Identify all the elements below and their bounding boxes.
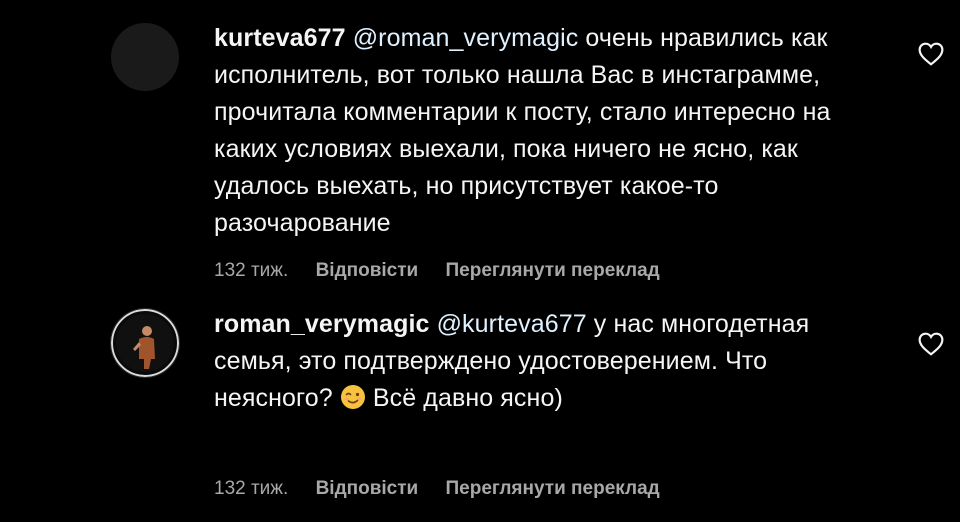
reply-button[interactable]: Відповісти [316, 478, 419, 499]
see-translation-button[interactable]: Переглянути переклад [446, 260, 660, 281]
comment-text: kurteva677 @roman_verymagic очень нравил… [214, 20, 886, 242]
heart-icon[interactable] [918, 42, 944, 66]
winking-face-emoji-icon [340, 385, 365, 409]
comment-text: roman_verymagic @kurteva677 у нас многод… [214, 306, 886, 417]
comment-meta: 132 тиж. Відповісти Переглянути переклад [214, 478, 682, 500]
see-translation-button[interactable]: Переглянути переклад [446, 478, 660, 499]
comment-time[interactable]: 132 тиж. [214, 260, 288, 281]
avatar-photo-icon [111, 309, 179, 377]
avatar[interactable] [111, 309, 179, 377]
avatar[interactable] [111, 23, 179, 91]
reply-button[interactable]: Відповісти [316, 260, 419, 281]
comment-text-part: как исполнитель, вот только нашла Вас в … [214, 24, 831, 237]
comment-meta: 132 тиж. Відповісти Переглянути переклад [214, 260, 682, 282]
mention-link[interactable]: @kurteva677 [437, 310, 587, 338]
comment-username[interactable]: roman_verymagic [214, 310, 430, 338]
comment-time[interactable]: 132 тиж. [214, 478, 288, 499]
comment-text-part: очень нравились [585, 24, 784, 52]
mention-link[interactable]: @roman_verymagic [353, 24, 579, 52]
heart-icon[interactable] [918, 332, 944, 356]
comment-username[interactable]: kurteva677 [214, 24, 346, 52]
comment-text-part: Всё давно ясно) [372, 384, 563, 412]
